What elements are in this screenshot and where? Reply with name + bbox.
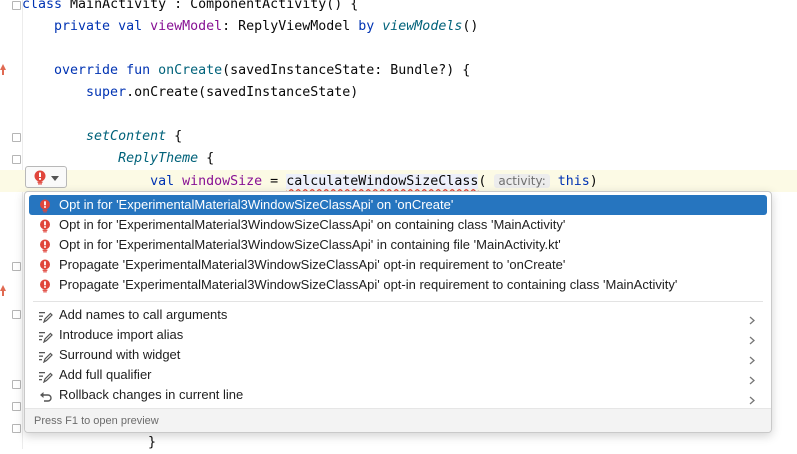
code-token: ReplyTheme xyxy=(22,151,199,166)
quick-fix-item[interactable]: Propagate 'ExperimentalMaterial3WindowSi… xyxy=(29,275,767,295)
code-token: .onCreate(savedInstanceState) xyxy=(126,85,359,100)
code-token: this xyxy=(549,174,590,189)
error-bulb-icon xyxy=(39,219,51,233)
quick-fix-popup: Opt in for 'ExperimentalMaterial3WindowS… xyxy=(24,191,772,433)
fold-marker-icon[interactable] xyxy=(12,262,21,271)
quick-fix-item[interactable]: Opt in for 'ExperimentalMaterial3WindowS… xyxy=(29,215,767,235)
code-token: : ReplyViewModel xyxy=(222,19,359,34)
parameter-hint: activity: xyxy=(494,174,550,188)
quick-fix-label: Surround with widget xyxy=(59,347,181,362)
code-line[interactable]: val windowSize = calculateWindowSizeClas… xyxy=(0,170,797,192)
code-token: super xyxy=(22,85,127,100)
quick-fix-item[interactable]: Opt in for 'ExperimentalMaterial3WindowS… xyxy=(29,195,767,215)
quick-fix-item[interactable]: Rollback changes in current line xyxy=(29,385,767,405)
code-line[interactable]: super.onCreate(savedInstanceState) xyxy=(22,82,358,104)
quick-fix-label: Opt in for 'ExperimentalMaterial3WindowS… xyxy=(59,237,561,252)
intention-pencil-icon xyxy=(39,309,53,324)
code-token: ) xyxy=(589,174,598,189)
code-line[interactable]: override fun onCreate(savedInstanceState… xyxy=(22,60,470,82)
code-token: private val xyxy=(22,19,151,34)
code-token: windowSize xyxy=(182,174,263,189)
code-token: onCreate xyxy=(158,63,223,78)
code-token: by xyxy=(358,19,383,34)
code-line[interactable]: private val viewModel: ReplyViewModel by… xyxy=(22,16,478,38)
code-token: setContent xyxy=(22,129,167,144)
quick-fix-label: Add full qualifier xyxy=(59,367,152,382)
quick-fix-item[interactable]: Surround with widget xyxy=(29,345,767,365)
intention-pencil-icon xyxy=(39,329,53,344)
error-bulb-icon xyxy=(39,259,51,273)
quick-fix-label: Propagate 'ExperimentalMaterial3WindowSi… xyxy=(59,257,566,272)
quick-fix-label: Opt in for 'ExperimentalMaterial3WindowS… xyxy=(59,197,454,212)
quick-fix-item[interactable]: Introduce import alias xyxy=(29,325,767,345)
code-token: MainActivity : ComponentActivity() { xyxy=(70,0,359,12)
error-bulb-icon xyxy=(34,170,46,185)
quick-fix-label: Opt in for 'ExperimentalMaterial3WindowS… xyxy=(59,217,566,232)
code-token: (savedInstanceState: Bundle?) { xyxy=(222,63,471,78)
code-token: { xyxy=(166,129,183,144)
editor-gutter xyxy=(0,0,23,449)
override-arrow-icon[interactable] xyxy=(0,285,6,296)
quick-fix-label: Introduce import alias xyxy=(59,327,184,342)
quick-fix-label: Add names to call arguments xyxy=(59,307,228,322)
code-token: override fun xyxy=(22,63,159,78)
override-arrow-icon[interactable] xyxy=(0,64,6,75)
code-token: { xyxy=(198,151,215,166)
code-line[interactable]: setContent { xyxy=(22,126,182,148)
fold-marker-icon[interactable] xyxy=(12,1,21,10)
code-token: viewModels xyxy=(382,19,463,34)
error-bulb-icon xyxy=(39,279,51,293)
fold-marker-icon[interactable] xyxy=(12,402,21,411)
fold-marker-icon[interactable] xyxy=(12,310,21,319)
fold-marker-icon[interactable] xyxy=(12,133,21,142)
fold-marker-icon[interactable] xyxy=(12,380,21,389)
code-token: = xyxy=(262,174,287,189)
code-token: () xyxy=(462,19,479,34)
intention-pencil-icon xyxy=(39,369,53,384)
quick-fix-label: Rollback changes in current line xyxy=(59,387,244,402)
intention-bulb-button[interactable] xyxy=(25,166,67,188)
popup-footer: Press F1 to open preview xyxy=(25,408,771,432)
quick-fix-item[interactable]: Add names to call arguments xyxy=(29,305,767,325)
rollback-icon xyxy=(39,389,52,402)
menu-separator xyxy=(33,301,763,302)
intention-pencil-icon xyxy=(39,349,53,364)
quick-fix-item[interactable]: Opt in for 'ExperimentalMaterial3WindowS… xyxy=(29,235,767,255)
quick-fix-item[interactable]: Propagate 'ExperimentalMaterial3WindowSi… xyxy=(29,255,767,275)
error-token: calculateWindowSizeClass xyxy=(286,174,479,189)
fold-marker-icon[interactable] xyxy=(12,424,21,433)
quick-fix-item[interactable]: Add full qualifier xyxy=(29,365,767,385)
error-bulb-icon xyxy=(39,199,51,213)
code-token: ( xyxy=(478,174,495,189)
fold-marker-icon[interactable] xyxy=(12,155,21,164)
code-token: viewModel xyxy=(150,19,223,34)
chevron-down-icon xyxy=(51,176,59,181)
quick-fix-label: Propagate 'ExperimentalMaterial3WindowSi… xyxy=(59,277,678,292)
error-bulb-icon xyxy=(39,239,51,253)
code-line[interactable]: class MainActivity : ComponentActivity()… xyxy=(22,0,358,16)
closing-brace: } xyxy=(148,435,157,450)
code-token: class xyxy=(22,0,71,12)
